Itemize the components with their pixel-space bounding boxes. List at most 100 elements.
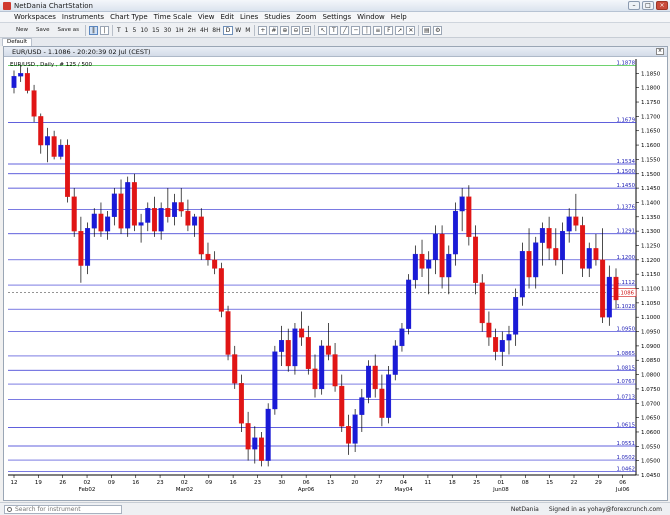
menu-zoom[interactable]: Zoom (296, 13, 316, 21)
period-10[interactable]: 10 (138, 27, 150, 34)
chart-plot-area[interactable]: 1.0450 1.0500 1.0550 1.0600 1.0650 1.0700 1.07… (4, 57, 667, 500)
menu-studies[interactable]: Studies (264, 13, 290, 21)
delete-icon[interactable]: ✕ (406, 25, 416, 35)
menu-edit[interactable]: Edit (220, 13, 234, 21)
menu-workspaces[interactable]: Workspaces (14, 13, 56, 21)
text-tool-icon[interactable]: T (329, 25, 339, 35)
candle-body (573, 216, 579, 226)
trend-line-icon[interactable]: ╱ (340, 25, 350, 35)
status-bar: NetDania Signed in as yohay@forexcrunch.… (0, 502, 670, 515)
candle-body (178, 202, 184, 212)
y-tick-label: 1.1150 (641, 272, 661, 278)
candle-body (225, 311, 231, 355)
menu-time-scale[interactable]: Time Scale (154, 13, 192, 21)
candle-body (232, 354, 238, 384)
candle-body (379, 388, 385, 418)
candle-body (325, 345, 331, 355)
x-tick-label: 02 (84, 480, 91, 486)
menu-help[interactable]: Help (391, 13, 407, 21)
period-1h[interactable]: 1H (173, 27, 185, 34)
candle-body (459, 196, 465, 212)
x-tick-label: 04 (400, 480, 407, 486)
zoom-fit-icon[interactable]: ⊡ (302, 25, 312, 35)
level-label: 1.0950 (616, 327, 635, 333)
chart-close-icon[interactable]: × (656, 48, 664, 55)
candle-body (192, 216, 198, 226)
maximize-button[interactable]: □ (642, 1, 654, 10)
x-tick-label: 06 (619, 480, 626, 486)
vertical-line-icon[interactable]: │ (362, 25, 372, 35)
y-tick-label: 1.0700 (641, 401, 661, 407)
minimize-button[interactable]: – (628, 1, 640, 10)
candle-body (151, 208, 157, 232)
period-m[interactable]: M (243, 27, 252, 34)
candle-body (513, 296, 519, 335)
y-tick-label: 1.1250 (641, 243, 661, 249)
channel-icon[interactable]: ≡ (373, 25, 383, 35)
period-2h[interactable]: 2H (186, 27, 198, 34)
menu-instruments[interactable]: Instruments (62, 13, 104, 21)
close-button[interactable]: × (656, 1, 668, 10)
fibonacci-icon[interactable]: F (384, 25, 394, 35)
search-input[interactable] (15, 506, 119, 513)
zoom-out-icon[interactable]: ⊖ (291, 25, 301, 35)
workspace-tabs: Default (0, 38, 670, 46)
period-4h[interactable]: 4H (198, 27, 210, 34)
y-tick-label: 1.1300 (641, 229, 661, 235)
menu-view[interactable]: View (198, 13, 215, 21)
period-1[interactable]: 1 (123, 27, 131, 34)
app-logo-icon (3, 2, 11, 10)
candle-body (238, 383, 244, 424)
instrument-search[interactable] (4, 505, 122, 514)
pointer-icon[interactable]: ↖ (318, 25, 328, 35)
month-label: Feb02 (79, 487, 96, 493)
crosshair-icon[interactable]: + (258, 25, 268, 35)
candle-body (18, 73, 24, 77)
candlestick-icon[interactable]: ‖ (89, 25, 98, 35)
candle-body (533, 242, 539, 278)
month-label: May04 (394, 487, 413, 493)
candle-body (198, 216, 204, 255)
horizontal-line-icon[interactable]: ─ (351, 25, 361, 35)
arrow-icon[interactable]: ➚ (395, 25, 405, 35)
x-tick-label: 01 (497, 480, 504, 486)
month-label: Apr06 (298, 487, 315, 493)
period-8h[interactable]: 8H (210, 27, 222, 34)
print-icon[interactable]: ▤ (422, 25, 432, 35)
period-d[interactable]: D (222, 25, 234, 35)
save-button[interactable]: Save (32, 27, 54, 33)
candlestick-chart[interactable]: 1.0450 1.0500 1.0550 1.0600 1.0650 1.0700 1.07… (4, 57, 667, 500)
period-w[interactable]: W (233, 27, 243, 34)
y-tick-label: 1.1550 (641, 157, 661, 163)
tab-default[interactable]: Default (2, 38, 33, 46)
save-as-button[interactable]: Save as (54, 27, 83, 33)
month-label: Jul06 (615, 487, 630, 493)
new-button[interactable]: New (12, 27, 32, 33)
menu-chart-type[interactable]: Chart Type (110, 13, 148, 21)
candle-body (606, 276, 612, 318)
candle-body (118, 193, 124, 229)
x-tick-label: 26 (59, 480, 66, 486)
plot-background (4, 57, 667, 500)
period-30[interactable]: 30 (162, 27, 174, 34)
settings-icon[interactable]: ⚙ (433, 25, 443, 35)
menu-lines[interactable]: Lines (240, 13, 258, 21)
instrument-label: EUR/USD , Daily , # 125 / 500 (10, 62, 93, 68)
menu-window[interactable]: Window (357, 13, 385, 21)
candle-body (439, 233, 445, 278)
candle-body (519, 251, 525, 298)
x-tick-label: 12 (11, 480, 18, 486)
x-tick-label: 19 (35, 480, 42, 486)
bar-chart-icon[interactable]: | (100, 25, 109, 35)
y-tick-label: 1.0650 (641, 416, 661, 422)
candle-body (419, 253, 425, 269)
candle-body (466, 196, 472, 238)
period-t[interactable]: T (115, 27, 123, 34)
zoom-in-icon[interactable]: ⊕ (280, 25, 290, 35)
period-5[interactable]: 5 (131, 27, 139, 34)
grid-icon[interactable]: # (269, 25, 279, 35)
candle-body (366, 365, 372, 398)
menu-settings[interactable]: Settings (322, 13, 351, 21)
period-15[interactable]: 15 (150, 27, 162, 34)
candle-body (265, 408, 271, 461)
